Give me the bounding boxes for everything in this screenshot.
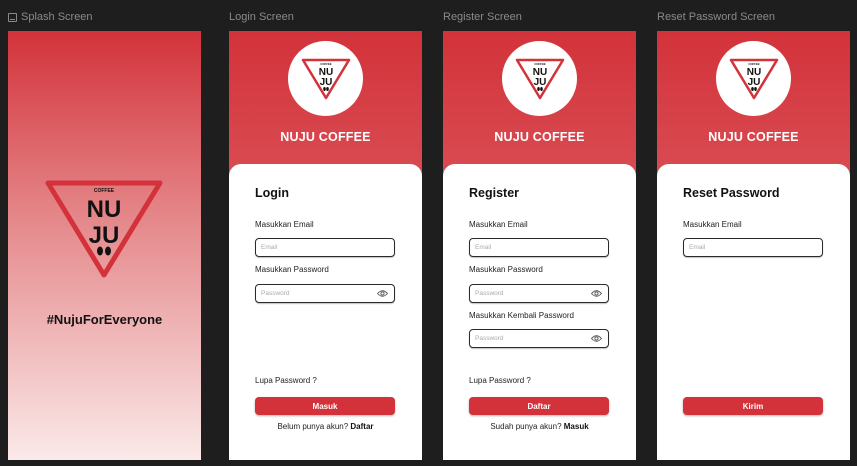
svg-text:COFFEE: COFFEE <box>320 62 331 66</box>
nuju-logo-icon: COFFEE NU JU <box>301 58 350 99</box>
login-link[interactable]: Masuk <box>564 422 589 431</box>
email-placeholder: Email <box>261 244 278 251</box>
register-card: Register Masukkan Email Email Masukkan P… <box>443 164 636 460</box>
logo-small-text: COFFEE <box>94 188 115 194</box>
logo-badge: COFFEE NU JU <box>716 41 791 116</box>
send-button[interactable]: Kirim <box>683 397 823 415</box>
svg-text:JU: JU <box>319 77 332 88</box>
svg-text:COFFEE: COFFEE <box>534 62 545 66</box>
register-link[interactable]: Daftar <box>350 422 373 431</box>
eye-icon[interactable] <box>591 289 602 298</box>
email-label: Masukkan Email <box>683 220 742 229</box>
login-button[interactable]: Masuk <box>255 397 395 415</box>
email-label: Masukkan Email <box>469 220 528 229</box>
frame-label-text: Reset Password Screen <box>657 11 775 23</box>
eye-icon[interactable] <box>377 289 388 298</box>
confirm-password-placeholder: Password <box>475 335 504 342</box>
page-title: Reset Password <box>683 186 780 200</box>
email-field[interactable]: Email <box>683 238 823 257</box>
login-card: Login Masukkan Email Email Masukkan Pass… <box>229 164 422 460</box>
logo-line1-text: NU <box>87 196 122 223</box>
email-field[interactable]: Email <box>469 238 609 257</box>
logo-badge: COFFEE NU JU <box>288 41 363 116</box>
page-title: Register <box>469 186 520 200</box>
frame-label-text: Register Screen <box>443 11 522 23</box>
confirm-password-label: Masukkan Kembali Password <box>469 311 574 320</box>
svg-text:JU: JU <box>747 77 760 88</box>
register-button[interactable]: Daftar <box>469 397 609 415</box>
logo-badge: COFFEE NU JU <box>502 41 577 116</box>
svg-text:JU: JU <box>533 77 546 88</box>
forgot-password-link[interactable]: Lupa Password ? <box>469 376 531 385</box>
frame-label-register[interactable]: Register Screen <box>443 11 522 23</box>
brand-name: NUJU COFFEE <box>494 130 585 144</box>
splash-hashtag: #NujuForEveryone <box>46 312 163 327</box>
frame-label-text: Splash Screen <box>21 11 93 23</box>
email-field[interactable]: Email <box>255 238 395 257</box>
register-screen: COFFEE NU JU NUJU COFFEE Register Masukk… <box>443 31 636 460</box>
page-title: Login <box>255 186 290 200</box>
login-prompt: Sudah punya akun? Masuk <box>443 422 636 431</box>
password-label: Masukkan Password <box>255 265 329 274</box>
frame-icon <box>8 12 17 22</box>
email-label: Masukkan Email <box>255 220 314 229</box>
reset-card: Reset Password Masukkan Email Email Kiri… <box>657 164 850 460</box>
reset-password-screen: COFFEE NU JU NUJU COFFEE Reset Password … <box>657 31 850 460</box>
register-prompt-text: Belum punya akun? <box>277 422 349 431</box>
register-prompt: Belum punya akun? Daftar <box>229 422 422 431</box>
frame-label-text: Login Screen <box>229 11 294 23</box>
login-prompt-text: Sudah punya akun? <box>490 422 562 431</box>
splash-screen: COFFEE NU JU #NujuForEveryone <box>8 31 201 460</box>
login-screen: COFFEE NU JU NUJU COFFEE Login Masukkan … <box>229 31 422 460</box>
svg-text:COFFEE: COFFEE <box>748 62 759 66</box>
nuju-logo-icon: COFFEE NU JU <box>729 58 778 99</box>
email-placeholder: Email <box>475 244 492 251</box>
password-field[interactable]: Password <box>469 284 609 303</box>
brand-name: NUJU COFFEE <box>708 130 799 144</box>
password-placeholder: Password <box>261 290 290 297</box>
frame-label-login[interactable]: Login Screen <box>229 11 294 23</box>
frame-label-reset[interactable]: Reset Password Screen <box>657 11 775 23</box>
forgot-password-link[interactable]: Lupa Password ? <box>255 376 317 385</box>
eye-icon[interactable] <box>591 334 602 343</box>
frame-label-splash[interactable]: Splash Screen <box>8 11 93 23</box>
nuju-logo-icon: COFFEE NU JU <box>45 180 163 278</box>
brand-name: NUJU COFFEE <box>280 130 371 144</box>
email-placeholder: Email <box>689 244 706 251</box>
password-label: Masukkan Password <box>469 265 543 274</box>
nuju-logo-icon: COFFEE NU JU <box>515 58 564 99</box>
confirm-password-field[interactable]: Password <box>469 329 609 348</box>
password-placeholder: Password <box>475 290 504 297</box>
logo-line2-text: JU <box>89 222 120 249</box>
password-field[interactable]: Password <box>255 284 395 303</box>
